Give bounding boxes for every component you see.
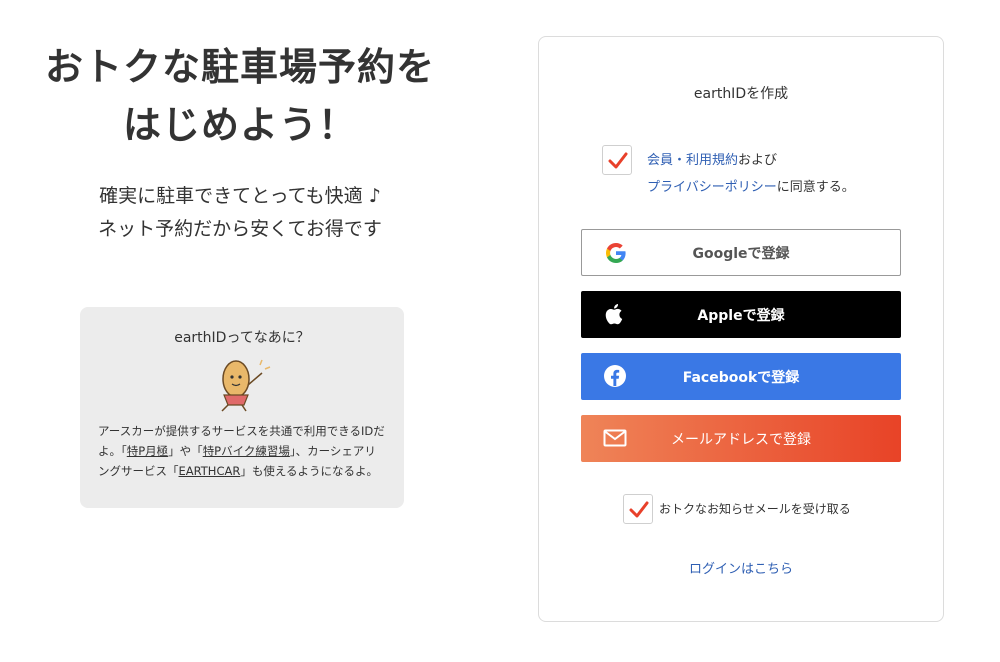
apple-icon <box>605 304 623 325</box>
info-title: earthIDってなあに？ <box>174 330 310 346</box>
terms-agreement: 会員・利用規約および プライバシーポリシーに同意する。 <box>647 147 855 201</box>
tokup-monthly-link[interactable]: 特P月極 <box>127 444 168 458</box>
mail-icon <box>603 429 627 447</box>
google-signup-button[interactable]: Googleで登録 <box>581 229 901 276</box>
email-button-label: メールアドレスで登録 <box>671 431 811 448</box>
terms-and-text: および <box>738 153 778 168</box>
title-line-2: はじめよう！ <box>122 103 357 147</box>
terms-link[interactable]: 会員・利用規約 <box>647 153 738 168</box>
facebook-signup-button[interactable]: Facebookで登録 <box>581 353 901 400</box>
page-title: おトクな駐車場予約を はじめよう！ <box>20 38 460 154</box>
google-button-label: Googleで登録 <box>692 245 790 262</box>
title-line-1: おトクな駐車場予約を <box>44 45 435 89</box>
tokup-bike-practice-link[interactable]: 特Pバイク練習場 <box>203 444 290 458</box>
info-text-2: 」や「 <box>168 444 203 458</box>
facebook-icon <box>604 365 626 387</box>
hero-subtitle: 確実に駐車できてとっても快適 ♪ ネット予約だから安くてお得です <box>20 180 460 246</box>
checkmark-icon <box>608 152 628 169</box>
newsletter-checkbox[interactable] <box>623 494 653 524</box>
checkmark-icon <box>629 501 649 518</box>
subtitle-line-1: 確実に駐車できてとっても快適 ♪ <box>99 185 381 207</box>
privacy-policy-link[interactable]: プライバシーポリシー <box>647 180 777 195</box>
mascot-icon <box>221 359 271 412</box>
signup-card: earthIDを作成 会員・利用規約および プライバシーポリシーに同意する。 G… <box>538 36 944 622</box>
info-description: アースカーが提供するサービスを共通で利用できるIDだよ。「特P月極」や「特Pバイ… <box>98 421 386 481</box>
earthcar-link[interactable]: EARTHCAR <box>179 464 241 478</box>
apple-signup-button[interactable]: Appleで登録 <box>581 291 901 338</box>
facebook-button-label: Facebookで登録 <box>682 369 800 386</box>
newsletter-label: おトクなお知らせメールを受け取る <box>659 502 851 516</box>
login-link[interactable]: ログインはこちら <box>539 558 943 577</box>
agree-text: に同意する。 <box>776 180 855 195</box>
google-icon <box>606 243 626 263</box>
card-title: earthIDを作成 <box>693 86 789 102</box>
earthid-info-box: earthIDってなあに？ アースカーが提供するサービスを共通で利用できるIDだ… <box>80 307 404 508</box>
terms-checkbox[interactable] <box>602 145 632 175</box>
info-text-4: 」も使えるようになるよ。 <box>240 464 379 478</box>
subtitle-line-2: ネット予約だから安くてお得です <box>98 218 382 240</box>
email-signup-button[interactable]: メールアドレスで登録 <box>581 415 901 462</box>
apple-button-label: Appleで登録 <box>697 307 785 324</box>
